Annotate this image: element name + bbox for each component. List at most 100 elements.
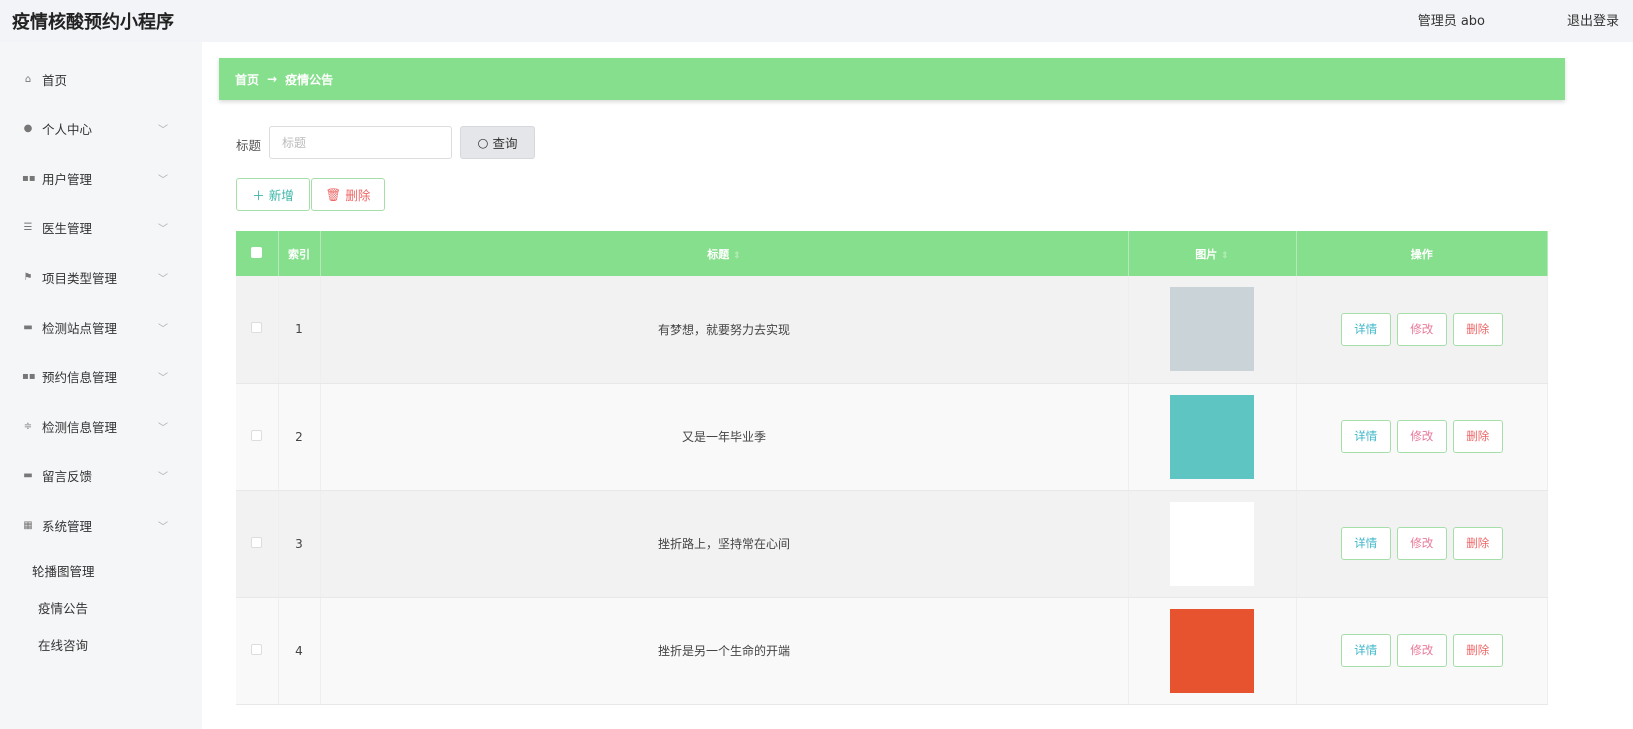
sidebar-item-label: 检测信息管理 xyxy=(42,419,118,435)
current-user: 管理员 abo xyxy=(1417,14,1485,29)
notice-table: 索引 标题 ⇕ 图片 ⇕ 操作 1 有梦想，就要努力去实现 详情 修改 删除 2 又… xyxy=(236,231,1548,705)
chevron-down-icon: ﹀ xyxy=(158,323,168,335)
query-label: 查询 xyxy=(492,136,518,151)
edit-button[interactable]: 修改 xyxy=(1396,312,1447,346)
edit-button[interactable]: 修改 xyxy=(1396,634,1447,667)
sidebar-item-label: 留言反馈 xyxy=(42,469,93,485)
row-title: 挫折路上，坚持常在心间 xyxy=(320,490,1129,598)
row-index: 4 xyxy=(278,597,321,705)
row-checkbox[interactable] xyxy=(251,322,263,334)
header-actions: 操作 xyxy=(1296,231,1548,276)
table-row: 3 挫折路上，坚持常在心间 详情 修改 删除 xyxy=(236,490,1548,598)
sidebar-subitem[interactable]: 在线咨询 xyxy=(38,635,88,654)
sidebar-item[interactable]: ▬ 检测站点管理 ﹀ xyxy=(0,307,202,347)
table-row: 1 有梦想，就要努力去实现 详情 修改 删除 xyxy=(236,276,1548,384)
chevron-down-icon: ﹀ xyxy=(158,125,168,137)
plus-icon: ＋ xyxy=(252,188,265,203)
row-select-cell[interactable] xyxy=(236,490,279,598)
app-title: 疫情核酸预约小程序 xyxy=(12,12,174,33)
chevron-down-icon: ﹀ xyxy=(158,273,168,285)
header-index: 索引 xyxy=(278,231,321,276)
list-icon: ☰ xyxy=(23,222,33,234)
row-index: 3 xyxy=(278,490,321,598)
row-delete-button[interactable]: 删除 xyxy=(1452,634,1503,667)
sort-icon[interactable]: ⇕ xyxy=(733,251,741,261)
detail-button[interactable]: 详情 xyxy=(1340,312,1391,346)
edit-button[interactable]: 修改 xyxy=(1396,527,1447,560)
message-icon: ▬ xyxy=(23,321,33,333)
grid-icon: ▪▪ xyxy=(22,371,36,383)
notice-image xyxy=(1170,287,1254,372)
sidebar-item[interactable]: ☰ 医生管理 ﹀ xyxy=(0,208,202,248)
chevron-down-icon: ﹀ xyxy=(158,422,168,434)
sidebar-item[interactable]: ▪▪ 预约信息管理 ﹀ xyxy=(0,357,202,397)
feedback-icon: ▬ xyxy=(23,470,33,482)
row-title: 有梦想，就要努力去实现 xyxy=(320,276,1129,384)
arrow-icon: → xyxy=(267,72,278,86)
home-icon: ⌂ xyxy=(24,73,32,85)
add-button[interactable]: ＋新增 xyxy=(236,178,310,211)
row-index: 2 xyxy=(278,383,321,491)
header-title[interactable]: 标题 ⇕ xyxy=(320,231,1129,276)
sidebar-item[interactable]: ⌂ 首页 xyxy=(0,59,202,99)
row-checkbox[interactable] xyxy=(251,536,263,548)
row-delete-button[interactable]: 删除 xyxy=(1452,312,1503,346)
select-all-checkbox[interactable] xyxy=(251,246,263,258)
row-checkbox[interactable] xyxy=(251,643,263,655)
sidebar-item[interactable]: ▬ 留言反馈 ﹀ xyxy=(0,456,202,496)
sort-icon[interactable]: ⇕ xyxy=(1221,251,1229,261)
delete-button[interactable]: 🗑 删除 xyxy=(311,178,385,211)
row-select-cell[interactable] xyxy=(236,597,279,705)
row-image-cell xyxy=(1128,383,1297,491)
row-actions: 详情 修改 删除 xyxy=(1296,597,1548,705)
detail-button[interactable]: 详情 xyxy=(1340,527,1391,560)
flag-icon: ⚑ xyxy=(23,271,33,283)
sidebar-item-label: 检测站点管理 xyxy=(42,320,118,336)
row-actions: 详情 修改 删除 xyxy=(1296,490,1548,598)
notice-image xyxy=(1170,394,1254,479)
grid-icon: ▪▪ xyxy=(22,172,36,184)
row-title: 挫折是另一个生命的开端 xyxy=(320,597,1129,705)
add-label: 新增 xyxy=(268,188,294,203)
trash-icon: 🗑 xyxy=(325,186,342,202)
row-delete-button[interactable]: 删除 xyxy=(1452,527,1503,560)
chevron-down-icon: ﹀ xyxy=(158,373,168,385)
chevron-down-icon: ﹀ xyxy=(158,472,168,484)
sidebar-item-label: 预约信息管理 xyxy=(42,370,118,386)
edit-button[interactable]: 修改 xyxy=(1396,420,1447,453)
sidebar-item[interactable]: ● 个人中心 ﹀ xyxy=(0,109,202,149)
search-icon: ○ xyxy=(477,135,489,150)
sidebar-item[interactable]: ▪▪ 用户管理 ﹀ xyxy=(0,158,202,198)
row-select-cell[interactable] xyxy=(236,276,279,384)
sidebar-item[interactable]: ▦ 系统管理 ﹀ xyxy=(0,505,202,545)
chevron-down-icon: ﹀ xyxy=(158,224,168,236)
header-image-label: 图片 xyxy=(1195,247,1218,261)
notice-image xyxy=(1170,501,1254,586)
select-all-cell[interactable] xyxy=(236,231,279,276)
detail-button[interactable]: 详情 xyxy=(1340,634,1391,667)
row-select-cell[interactable] xyxy=(236,383,279,491)
row-actions: 详情 修改 删除 xyxy=(1296,383,1548,491)
row-image-cell xyxy=(1128,276,1297,384)
row-index: 1 xyxy=(278,276,321,384)
query-button[interactable]: ○ 查询 xyxy=(460,126,535,159)
sidebar-subitem[interactable]: 轮播图管理 xyxy=(32,561,95,580)
apps-icon: ▦ xyxy=(23,519,33,531)
breadcrumb-current: 疫情公告 xyxy=(285,72,334,87)
sidebar-item-label: 用户管理 xyxy=(42,171,93,187)
sidebar-item[interactable]: ≑ 检测信息管理 ﹀ xyxy=(0,406,202,446)
row-delete-button[interactable]: 删除 xyxy=(1452,420,1503,453)
logout-link[interactable]: 退出登录 xyxy=(1567,10,1619,29)
detail-button[interactable]: 详情 xyxy=(1340,420,1391,453)
title-search-input[interactable] xyxy=(269,126,452,159)
header-image[interactable]: 图片 ⇕ xyxy=(1128,231,1297,276)
sidebar-item[interactable]: ⚑ 项目类型管理 ﹀ xyxy=(0,257,202,297)
delete-label: 删除 xyxy=(345,188,371,203)
top-header: 疫情核酸预约小程序 管理员 abo 退出登录 xyxy=(0,0,1633,42)
sidebar-item-label: 医生管理 xyxy=(42,221,93,237)
breadcrumb: 首页 → 疫情公告 xyxy=(219,58,1565,100)
breadcrumb-home[interactable]: 首页 xyxy=(235,71,259,88)
row-checkbox[interactable] xyxy=(251,429,263,441)
chevron-down-icon: ﹀ xyxy=(158,521,168,533)
sidebar-subitem[interactable]: 疫情公告 xyxy=(38,598,88,617)
